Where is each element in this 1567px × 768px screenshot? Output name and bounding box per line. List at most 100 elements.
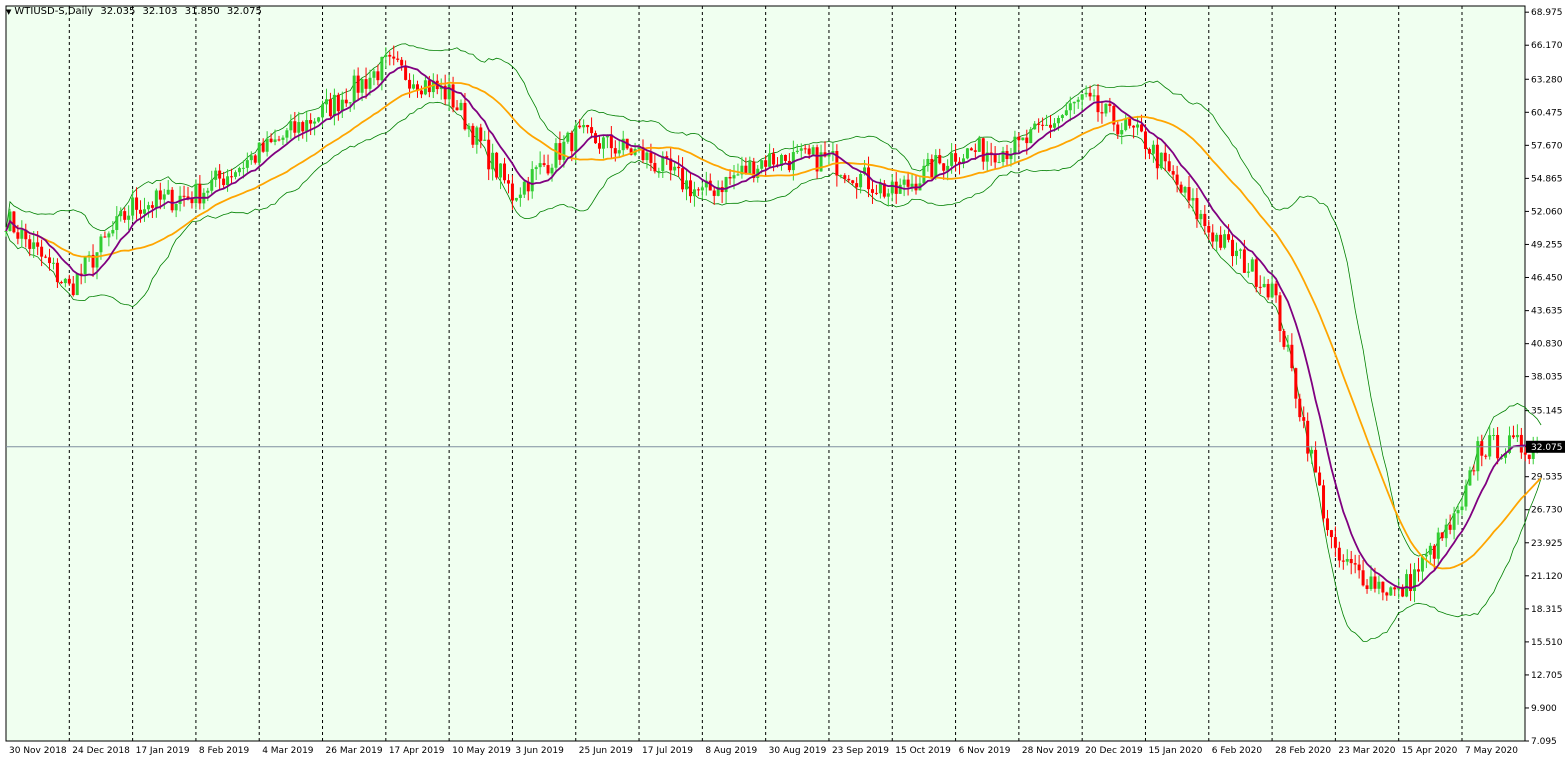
- y-tick-label: 43.635: [1531, 307, 1563, 317]
- candle-body: [1432, 545, 1436, 559]
- candle-body: [20, 229, 24, 239]
- x-tick-label: 25 Jun 2019: [579, 746, 633, 756]
- candle-body: [1215, 234, 1219, 242]
- y-tick-label: 57.670: [1531, 141, 1563, 151]
- low-value: 31.850: [184, 6, 220, 17]
- candle-body: [146, 205, 150, 210]
- candle-body: [1527, 454, 1531, 459]
- candle-body: [839, 175, 843, 177]
- candle-body: [1211, 232, 1215, 242]
- candle-body: [1310, 449, 1314, 454]
- candle-body: [1258, 286, 1262, 288]
- candle-body: [1064, 110, 1068, 116]
- candle-body: [1187, 187, 1191, 201]
- candle-body: [859, 174, 863, 188]
- x-tick-label: 26 Mar 2019: [326, 746, 383, 756]
- candle-body: [1318, 472, 1322, 486]
- candle-body: [1416, 569, 1420, 572]
- candle-body: [700, 187, 704, 191]
- candle-body: [36, 242, 40, 247]
- candle-body: [249, 155, 253, 161]
- candle-body: [649, 152, 653, 163]
- candle-body: [447, 84, 451, 100]
- candle-body: [677, 166, 681, 169]
- candle-body: [558, 143, 562, 160]
- candle-body: [253, 155, 257, 163]
- candle-body: [479, 127, 483, 141]
- candle-body: [182, 195, 186, 197]
- candle-body: [878, 183, 882, 194]
- candle-body: [467, 125, 471, 130]
- candle-body: [71, 283, 75, 296]
- candle-body: [1092, 95, 1096, 97]
- candle-body: [570, 132, 574, 152]
- candle-body: [1357, 564, 1361, 571]
- symbol-label: WTIUSD-S,Daily: [14, 6, 94, 17]
- candle-body: [617, 150, 621, 154]
- candle-body: [158, 190, 162, 200]
- candle-body: [1365, 585, 1369, 590]
- candle-body: [1223, 234, 1227, 248]
- x-tick-label: 6 Nov 2019: [959, 746, 1011, 756]
- candle-body: [1234, 250, 1238, 257]
- candle-body: [1266, 283, 1270, 298]
- candle-body: [1428, 545, 1432, 555]
- candle-body: [712, 190, 716, 196]
- chart-root: 30 Nov 2018 24 Dec 2018 17 Jan 2019 8 Feb 2…: [0, 0, 1567, 764]
- candle-body: [162, 194, 166, 200]
- x-tick-label: 28 Nov 2019: [1022, 746, 1080, 756]
- candle-body: [1314, 449, 1318, 473]
- candle-body: [566, 132, 570, 142]
- candle-body: [597, 143, 601, 149]
- candle-body: [95, 252, 99, 268]
- candle-body: [1452, 513, 1456, 530]
- candle-body: [380, 56, 384, 81]
- candle-body: [174, 203, 178, 211]
- candle-body: [1084, 92, 1088, 95]
- candle-body: [799, 148, 803, 151]
- candle-body: [495, 152, 499, 178]
- candle-body: [491, 152, 495, 170]
- candle-body: [48, 257, 52, 264]
- candle-body: [1405, 574, 1409, 597]
- candle-body: [1523, 452, 1527, 455]
- x-tick-label: 7 May 2020: [1465, 746, 1518, 756]
- candle-body: [194, 183, 198, 204]
- candle-body: [55, 262, 59, 283]
- candle-body: [222, 178, 226, 186]
- candle-body: [1377, 581, 1381, 589]
- candle-body: [1163, 152, 1167, 162]
- candle-body: [653, 162, 657, 172]
- candle-body: [352, 75, 356, 103]
- candle-body: [67, 278, 71, 284]
- candle-body: [111, 229, 115, 234]
- y-tick-label: 9.900: [1531, 704, 1557, 714]
- y-tick-label: 49.255: [1531, 240, 1563, 250]
- candle-body: [1306, 420, 1310, 454]
- candle-body: [408, 79, 412, 89]
- candle-body: [127, 215, 131, 220]
- candle-body: [506, 180, 510, 184]
- candle-body: [696, 189, 700, 191]
- candle-body: [83, 257, 87, 275]
- candle-body: [518, 194, 522, 198]
- candle-body: [198, 183, 202, 204]
- candle-body: [328, 99, 332, 117]
- candle-body: [237, 168, 241, 173]
- candle-body: [645, 152, 649, 161]
- x-tick-label: 17 Jan 2019: [136, 746, 190, 756]
- candle-body: [938, 155, 942, 164]
- candle-body: [1393, 587, 1397, 590]
- candle-body: [514, 197, 518, 201]
- candle-body: [1045, 124, 1049, 126]
- dropdown-triangle-icon[interactable]: ▼: [6, 8, 11, 16]
- candle-body: [1183, 187, 1187, 193]
- candle-body: [783, 154, 787, 161]
- x-tick-label: 8 Aug 2019: [705, 746, 757, 756]
- candle-body: [586, 124, 590, 128]
- candle-body: [760, 160, 764, 169]
- candle-body: [685, 180, 689, 190]
- candle-body: [297, 122, 301, 133]
- candle-body: [166, 189, 170, 195]
- candle-body: [1302, 417, 1306, 421]
